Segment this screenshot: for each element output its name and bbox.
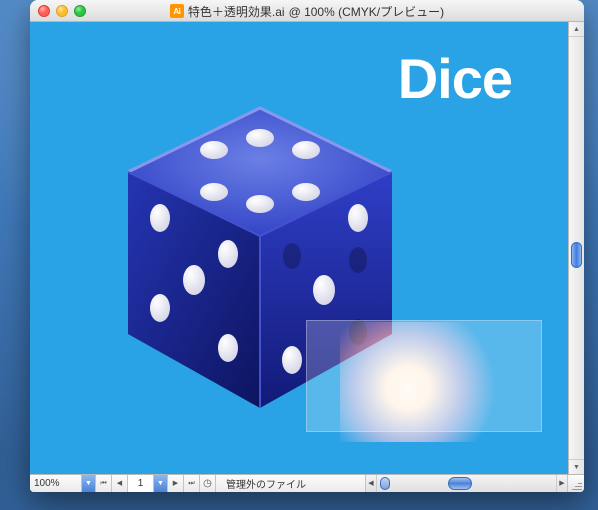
zoom-field[interactable]: 100% [30,475,82,492]
window-title: Ai 特色＋透明効果.ai @ 100% (CMYK/プレビュー) [30,0,584,22]
prev-page-button[interactable]: ◀ [112,475,128,492]
status-popup-button[interactable]: ◷ [200,475,216,492]
close-icon[interactable] [38,5,50,17]
page-dropdown-button[interactable]: ▼ [154,475,168,492]
window-title-suffix: @ 100% (CMYK/プレビュー) [289,3,445,20]
canvas[interactable]: Dice [30,22,568,474]
transparent-rect-artwork [306,320,542,432]
traffic-lights [38,5,86,17]
horizontal-scroll-thumb[interactable] [448,477,472,490]
scroll-down-icon[interactable]: ▼ [569,459,584,474]
status-bar: 100% ▼ ⏮ ◀ 1 ▼ ▶ ⏭ ◷ 管理外のファイル ◀ ▶ [30,474,584,492]
zoom-icon[interactable] [74,5,86,17]
minimize-icon[interactable] [56,5,68,17]
chevron-down-icon: ▼ [157,480,164,487]
window-title-filename: 特色＋透明効果.ai [188,3,285,20]
scroll-up-icon[interactable]: ▲ [569,22,584,37]
artwork-heading: Dice [398,46,512,111]
resize-grip-icon [572,480,582,490]
ai-file-icon: Ai [170,4,184,18]
vertical-scrollbar[interactable]: ▲ ▼ [568,22,584,474]
scroll-left-icon[interactable]: ◀ [366,475,377,492]
vertical-scroll-thumb[interactable] [571,242,582,268]
titlebar[interactable]: Ai 特色＋透明効果.ai @ 100% (CMYK/プレビュー) [30,0,584,22]
status-text[interactable]: 管理外のファイル [216,475,366,492]
zoom-dropdown-button[interactable]: ▼ [82,475,96,492]
horizontal-scrollbar[interactable]: ◀ ▶ [366,475,568,492]
h-scroll-marker[interactable] [380,477,390,490]
page-number: 1 [138,478,144,489]
page-field[interactable]: 1 [128,475,154,492]
document-window: Ai 特色＋透明効果.ai @ 100% (CMYK/プレビュー) Dice [30,0,584,492]
chevron-down-icon: ▼ [85,480,92,487]
clock-icon: ◷ [203,478,212,489]
zoom-value: 100% [34,478,60,489]
resize-grip[interactable] [568,475,584,492]
last-page-button[interactable]: ⏭ [184,475,200,492]
document-area: Dice [30,22,584,474]
scroll-right-icon[interactable]: ▶ [556,475,567,492]
first-page-button[interactable]: ⏮ [96,475,112,492]
next-page-button[interactable]: ▶ [168,475,184,492]
